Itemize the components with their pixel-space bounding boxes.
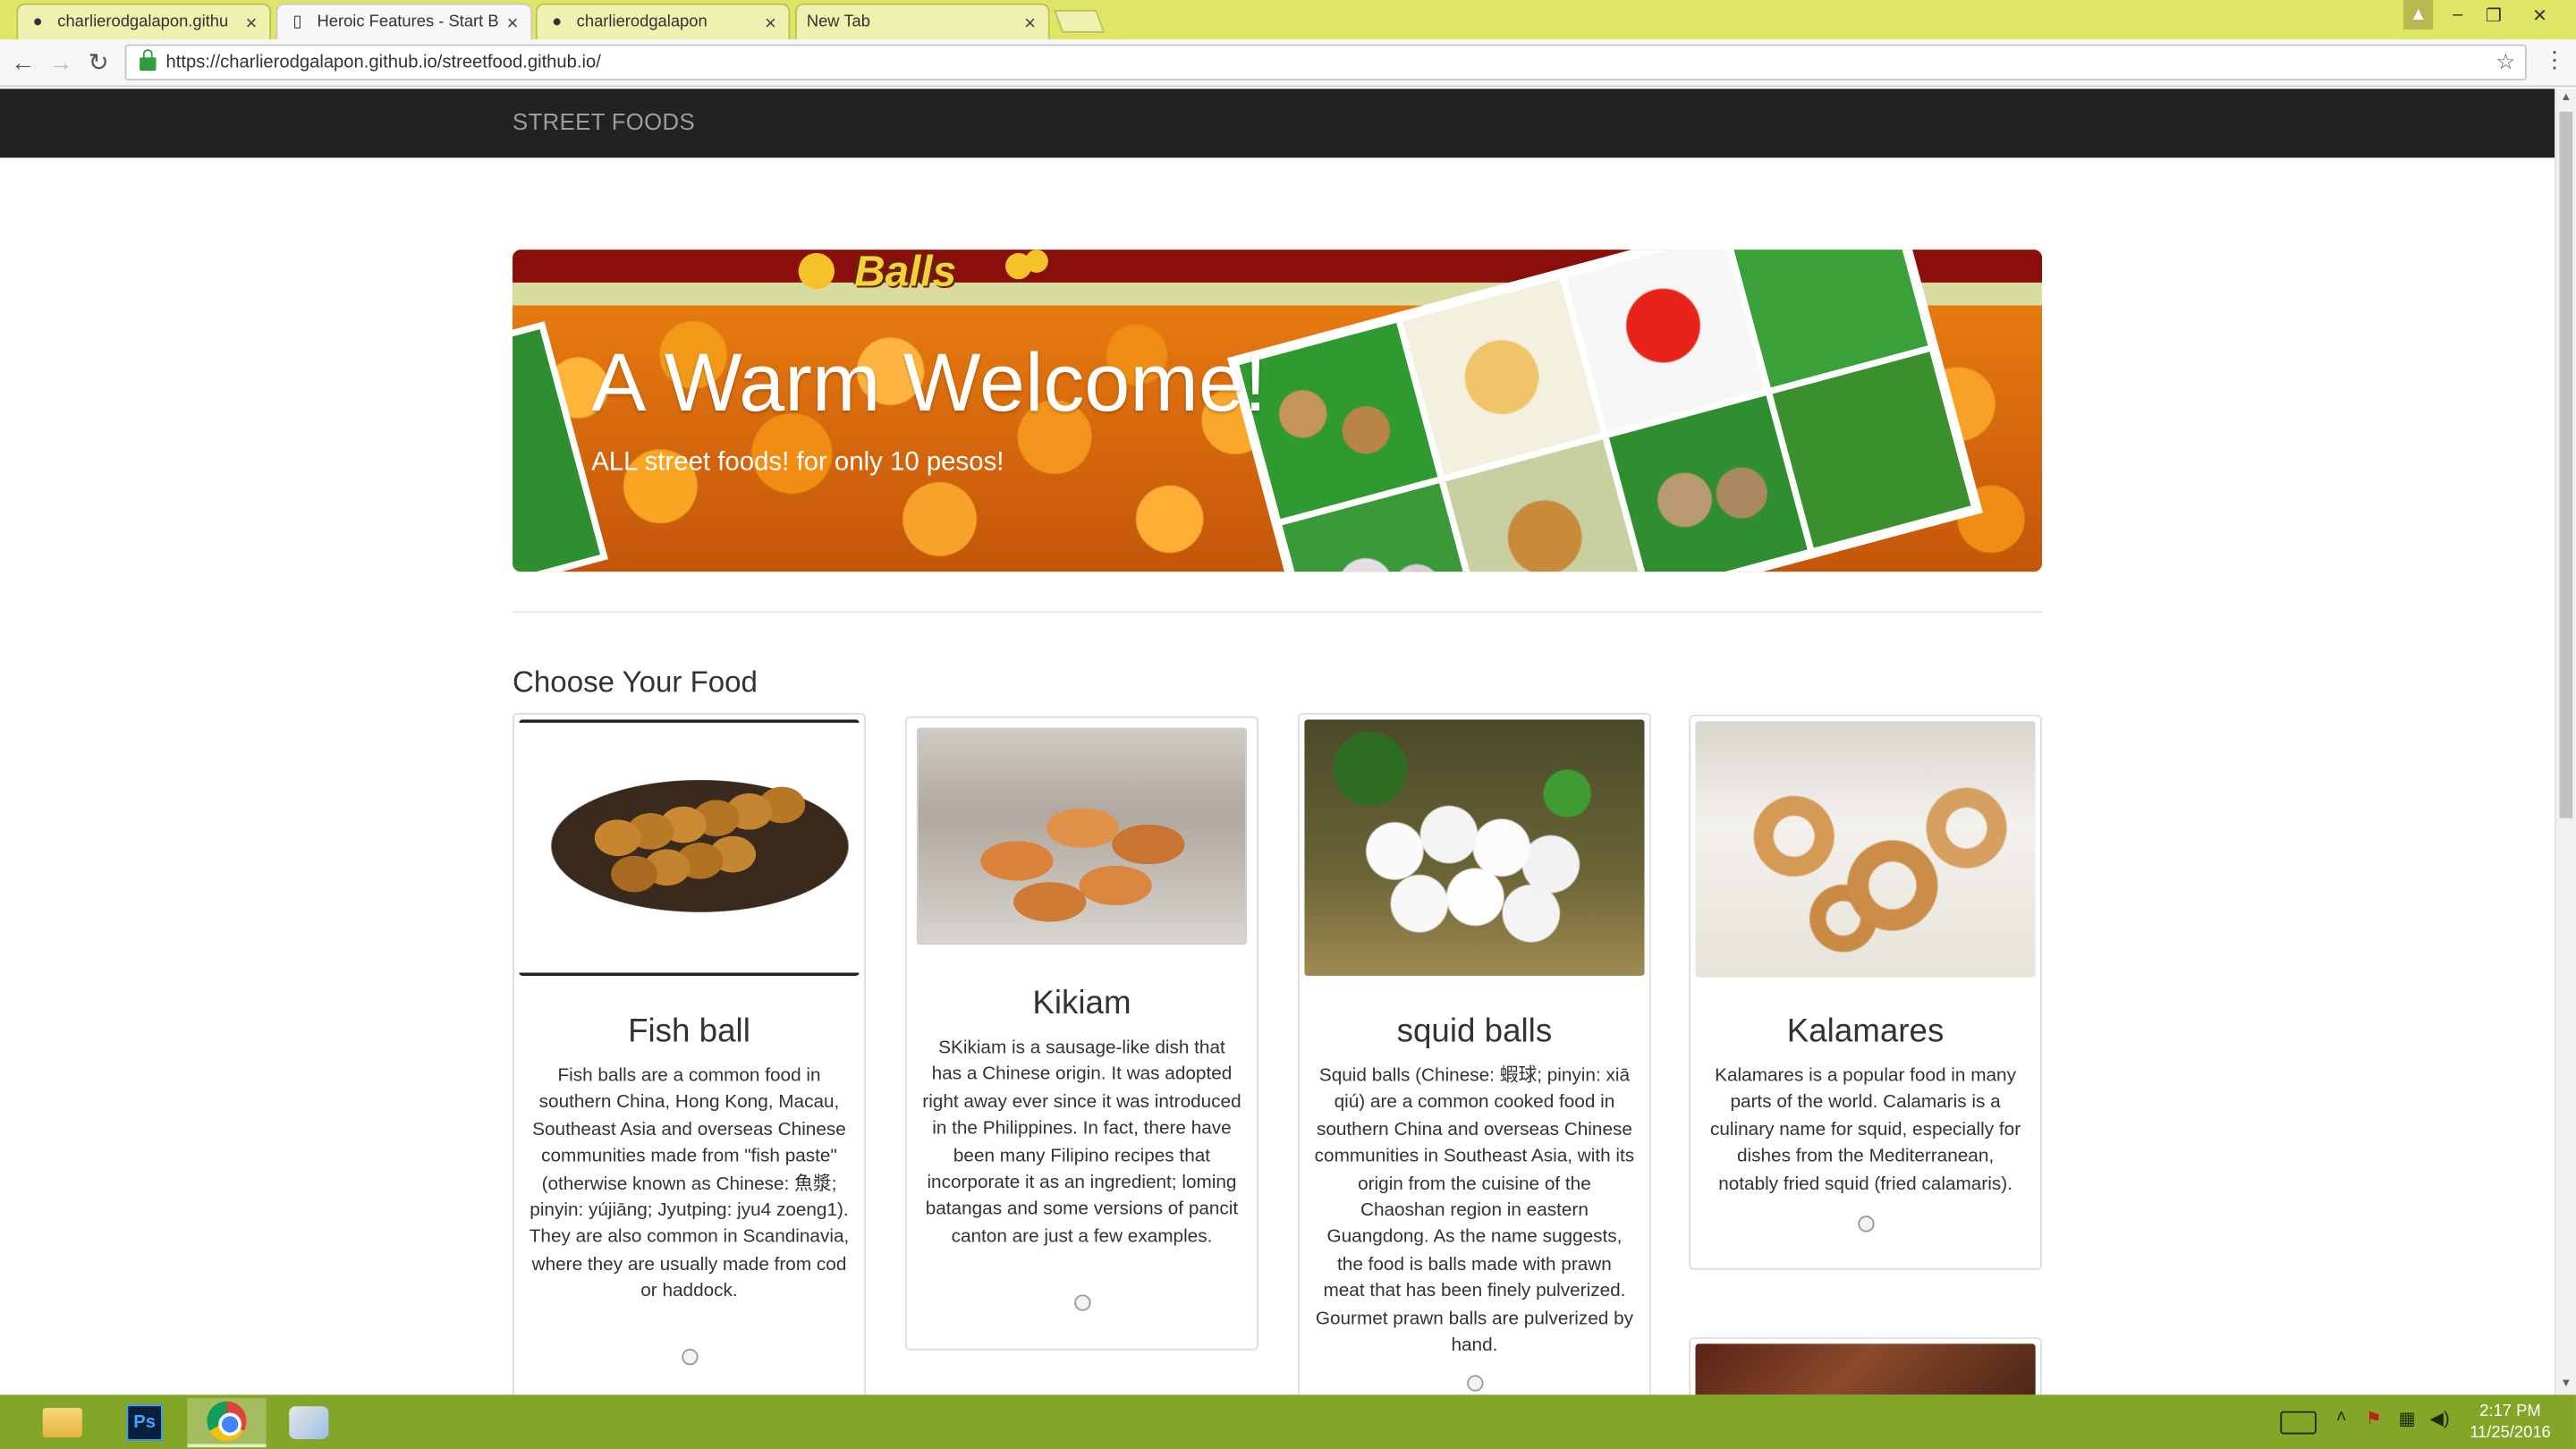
fish-ball-image (519, 719, 860, 976)
github-icon: ● (32, 13, 43, 31)
restore-button[interactable]: ❐ (2480, 0, 2506, 30)
food-card-title: squid balls (1396, 1013, 1553, 1050)
scroll-down-icon[interactable]: ▼ (2556, 1375, 2576, 1394)
tab-github-profile[interactable]: ● charlierodgalapon × (535, 3, 791, 40)
food-card-next (1689, 1337, 2043, 1395)
clock-time: 2:17 PM (2479, 1402, 2541, 1421)
food-card-kalamares: Kalamares Kalamares is a popular food in… (1689, 714, 2043, 1270)
hero-ball-decoration (1025, 250, 1048, 273)
select-radio[interactable] (1466, 1375, 1483, 1392)
section-title: Choose Your Food (513, 665, 758, 699)
volume-icon[interactable]: ◀) (2429, 1408, 2449, 1429)
scroll-up-icon[interactable]: ▲ (2556, 89, 2576, 108)
keyboard-icon[interactable] (2280, 1411, 2317, 1435)
system-clock[interactable]: 2:17 PM 11/25/2016 (2464, 1402, 2556, 1445)
select-radio[interactable] (681, 1348, 698, 1366)
hero-title: A Warm Welcome! (591, 336, 1267, 429)
kalamares-image (1695, 721, 2036, 978)
file-explorer-icon (42, 1408, 82, 1438)
page-viewport: STREET FOODS Balls A Warm Welcome! ALL s… (0, 89, 2555, 1395)
food-card-squid-balls: squid balls Squid balls (Chinese: 蝦球; pi… (1297, 713, 1651, 1395)
food-card-kikiam: Kikiam SKikiam is a sausage-like dish th… (905, 716, 1258, 1351)
action-center-icon[interactable]: ⚑ (2366, 1408, 2382, 1429)
url-text: https://charlierodgalapon.github.io/stre… (165, 52, 601, 72)
food-image (1695, 1343, 2036, 1395)
bookmark-star-icon[interactable]: ☆ (2496, 49, 2515, 75)
lock-icon (140, 49, 157, 71)
food-card-title: Fish ball (628, 1013, 750, 1050)
food-card-description: Squid balls (Chinese: 蝦球; pinyin: xiā qi… (1314, 1066, 1635, 1356)
food-card-title: Kikiam (1032, 986, 1131, 1022)
photoshop-icon: Ps (126, 1404, 163, 1441)
hero-logo: Balls (854, 250, 957, 296)
food-card-description: SKikiam is a sausage-like dish that has … (922, 1038, 1241, 1247)
chrome-button[interactable] (187, 1398, 267, 1448)
photoshop-button[interactable]: Ps (106, 1398, 184, 1447)
address-bar[interactable]: https://charlierodgalapon.github.io/stre… (124, 44, 2527, 80)
tab-title: charlierodgalapon.githu (57, 13, 229, 31)
github-icon: ● (552, 13, 563, 31)
select-radio[interactable] (1857, 1216, 1874, 1233)
food-card-description: Kalamares is a popular food in many part… (1710, 1066, 2021, 1194)
food-card-description: Fish balls are a common food in southern… (529, 1066, 850, 1302)
tab-strip: ● charlierodgalapon.githu × ▯ Heroic Fea… (0, 0, 2576, 40)
tab-title: New Tab (806, 13, 870, 31)
back-button[interactable]: ← (6, 46, 39, 79)
paint-icon (289, 1406, 329, 1439)
section-divider (513, 611, 2043, 614)
hero-banner: Balls A Warm Welcome! ALL street foods! … (513, 250, 2043, 572)
new-tab-button[interactable] (1054, 10, 1106, 33)
squid-balls-image (1304, 719, 1645, 976)
reload-button[interactable]: ↻ (82, 46, 115, 79)
food-card-title: Kalamares (1786, 1013, 1945, 1050)
page-icon: ▯ (292, 13, 302, 31)
hero-ball-decoration (798, 252, 835, 290)
browser-toolbar: ← → ↻ https://charlierodgalapon.github.i… (0, 39, 2576, 88)
tab-title: charlierodgalapon (576, 13, 708, 31)
file-explorer-button[interactable] (23, 1398, 102, 1447)
minimize-button[interactable]: – (2445, 0, 2470, 30)
vertical-scrollbar[interactable]: ▲ ▼ (2555, 89, 2576, 1395)
close-icon[interactable]: × (240, 11, 263, 34)
close-window-button[interactable]: ✕ (2523, 0, 2556, 30)
site-navbar: STREET FOODS (0, 89, 2555, 158)
forward-button[interactable]: → (45, 46, 78, 79)
site-brand[interactable]: STREET FOODS (513, 108, 695, 134)
select-radio[interactable] (1073, 1294, 1090, 1311)
food-card-fish-ball: Fish ball Fish balls are a common food i… (513, 713, 866, 1395)
tab-new-tab[interactable]: New Tab × (794, 3, 1050, 40)
tab-title: Heroic Features - Start B (317, 13, 499, 31)
clock-date: 11/25/2016 (2470, 1424, 2551, 1443)
close-icon[interactable]: × (759, 11, 783, 34)
show-hidden-icons-icon[interactable]: ˄ (2336, 1408, 2347, 1428)
close-icon[interactable]: × (501, 11, 524, 34)
tab-github-pages[interactable]: ● charlierodgalapon.githu × (16, 3, 272, 40)
hero-subtitle: ALL street foods! for only 10 pesos! (591, 448, 1004, 477)
close-icon[interactable]: × (1019, 11, 1042, 34)
user-icon[interactable]: ▲ (2403, 0, 2434, 30)
kikiam-image (916, 727, 1248, 945)
scrollbar-thumb[interactable] (2559, 111, 2573, 818)
paint-button[interactable] (269, 1398, 348, 1447)
menu-icon[interactable]: ⋮ (2543, 46, 2566, 73)
tab-heroic-features[interactable]: ▯ Heroic Features - Start B × (275, 3, 533, 40)
network-icon[interactable]: ▦ (2399, 1408, 2416, 1429)
chrome-icon (207, 1401, 247, 1441)
windows-taskbar: Ps ˄ ⚑ ▦ ◀) 2:17 PM 11/25/2016 (0, 1394, 2576, 1449)
